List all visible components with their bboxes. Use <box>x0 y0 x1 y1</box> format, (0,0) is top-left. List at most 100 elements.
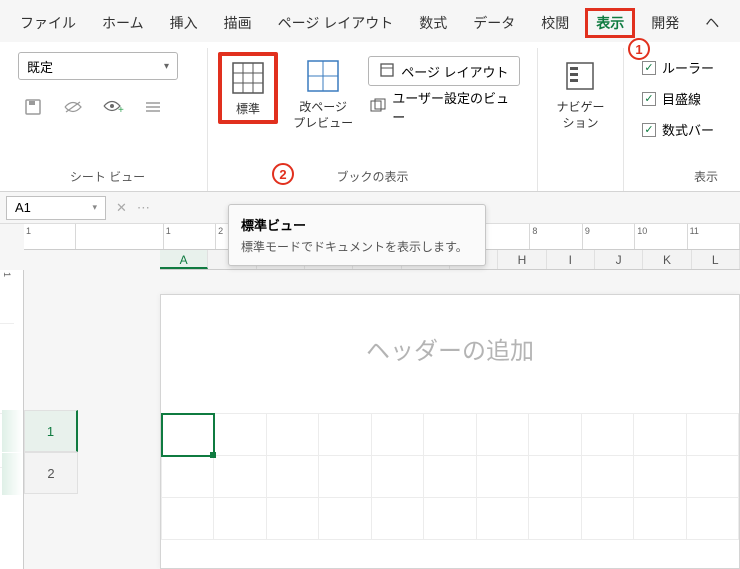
tab-file[interactable]: ファイル <box>10 9 86 37</box>
cell[interactable] <box>581 456 633 498</box>
grid-icon <box>228 58 268 98</box>
cell[interactable] <box>581 414 633 456</box>
cell[interactable] <box>214 498 266 540</box>
more-icon[interactable]: ⋯ <box>137 200 150 216</box>
page-layout-page: ヘッダーの追加 <box>160 294 740 569</box>
svg-text:+: + <box>118 105 124 115</box>
cell[interactable] <box>581 498 633 540</box>
cell[interactable] <box>319 456 371 498</box>
tooltip-title: 標準ビュー <box>241 215 473 234</box>
column-header[interactable]: A <box>160 250 208 269</box>
tab-home[interactable]: ホーム <box>92 9 154 37</box>
cell-A1[interactable] <box>162 414 214 456</box>
group-workbookviews: 標準 改ページ プレビュー ページ レイアウト <box>208 48 538 191</box>
pagebreak-preview-button[interactable]: 改ページ プレビュー <box>288 52 358 135</box>
cell-grid[interactable] <box>161 413 739 568</box>
gridlines-label: 目盛線 <box>662 89 701 108</box>
pagebreak-icon <box>303 56 343 96</box>
cell[interactable] <box>634 498 686 540</box>
list-icon[interactable] <box>142 96 164 118</box>
cell[interactable] <box>424 414 476 456</box>
cell[interactable] <box>424 456 476 498</box>
sheetview-preset-value: 既定 <box>27 57 53 76</box>
navigation-icon <box>560 56 600 96</box>
cell[interactable] <box>529 498 581 540</box>
cell[interactable] <box>319 414 371 456</box>
custom-views-icon <box>370 98 386 117</box>
cell[interactable] <box>529 456 581 498</box>
ribbon: 既定 ▾ + シート ビュー <box>0 42 740 192</box>
cell[interactable] <box>214 456 266 498</box>
tab-view[interactable]: 表示 <box>585 8 635 38</box>
tab-review[interactable]: 校閲 <box>531 9 579 37</box>
cell[interactable] <box>634 414 686 456</box>
column-header[interactable]: L <box>692 250 740 269</box>
group-navigation: ナビゲー ション <box>538 48 624 191</box>
cell[interactable] <box>371 456 423 498</box>
ruler-checkbox[interactable]: ✓ ルーラー <box>642 58 714 77</box>
gridlines-checkbox[interactable]: ✓ 目盛線 <box>642 89 701 108</box>
cell[interactable] <box>266 498 318 540</box>
tooltip-normal-view: 標準ビュー 標準モードでドキュメントを表示します。 <box>228 204 486 266</box>
save-view-icon[interactable] <box>22 96 44 118</box>
group-sheetview: 既定 ▾ + シート ビュー <box>8 48 208 191</box>
tab-pagelayout[interactable]: ページ レイアウト <box>268 9 404 37</box>
cell[interactable] <box>424 498 476 540</box>
add-header-placeholder[interactable]: ヘッダーの追加 <box>161 295 739 402</box>
cell[interactable] <box>371 498 423 540</box>
name-box-value: A1 <box>15 200 31 215</box>
pagelayout-view-label: ページ レイアウト <box>401 62 508 81</box>
tab-insert[interactable]: 挿入 <box>160 9 208 37</box>
column-header[interactable]: I <box>547 250 595 269</box>
group-show-label: 表示 <box>634 164 722 187</box>
column-header[interactable]: H <box>498 250 546 269</box>
cell[interactable] <box>686 414 738 456</box>
chevron-down-icon: ▾ <box>164 61 169 72</box>
normal-view-button[interactable]: 標準 <box>218 52 278 124</box>
group-workbookviews-label: ブックの表示 <box>218 164 527 187</box>
cell[interactable] <box>476 498 528 540</box>
tab-draw[interactable]: 描画 <box>214 9 262 37</box>
cell[interactable] <box>162 498 214 540</box>
row-gutter <box>2 410 22 496</box>
cell[interactable] <box>371 414 423 456</box>
cell[interactable] <box>266 456 318 498</box>
sheet-area: 1 1 2 3 4 5 6 7 8 9 10 11 A B C D E F G … <box>0 224 740 569</box>
ruler-label: ルーラー <box>662 58 714 77</box>
custom-views-label: ユーザー設定のビュー <box>392 88 517 126</box>
tab-data[interactable]: データ <box>463 9 525 37</box>
row-header[interactable]: 1 <box>24 410 78 452</box>
eye-off-icon[interactable] <box>62 96 84 118</box>
cell[interactable] <box>214 414 266 456</box>
pagelayout-icon <box>379 62 395 81</box>
column-header[interactable]: J <box>595 250 643 269</box>
cell[interactable] <box>476 414 528 456</box>
cell[interactable] <box>529 414 581 456</box>
cell[interactable] <box>476 456 528 498</box>
sheetview-preset-dropdown[interactable]: 既定 ▾ <box>18 52 178 80</box>
tab-help-partial[interactable]: ヘ <box>695 9 729 37</box>
cell[interactable] <box>634 456 686 498</box>
annotation-2: 2 <box>272 163 294 185</box>
group-sheetview-label: シート ビュー <box>18 164 197 187</box>
name-box[interactable]: A1 ▾ <box>6 196 106 220</box>
formulabar-checkbox[interactable]: ✓ 数式バー <box>642 120 714 139</box>
custom-views-button[interactable]: ユーザー設定のビュー <box>368 92 527 122</box>
cell[interactable] <box>266 414 318 456</box>
tooltip-body: 標準モードでドキュメントを表示します。 <box>241 238 473 255</box>
eye-plus-icon[interactable]: + <box>102 96 124 118</box>
row-headers: 1 2 <box>24 410 78 494</box>
cell[interactable] <box>686 498 738 540</box>
navigation-button[interactable]: ナビゲー ション <box>550 52 610 135</box>
tab-formulas[interactable]: 数式 <box>409 9 457 37</box>
cell[interactable] <box>686 456 738 498</box>
column-header[interactable]: K <box>643 250 691 269</box>
annotation-1: 1 <box>628 38 650 60</box>
pagelayout-view-button[interactable]: ページ レイアウト <box>368 56 519 86</box>
cell[interactable] <box>319 498 371 540</box>
row-header[interactable]: 2 <box>24 452 78 494</box>
tab-developer[interactable]: 開発 <box>641 9 689 37</box>
cell[interactable] <box>162 456 214 498</box>
cancel-fx-icon[interactable]: ✕ <box>116 200 127 216</box>
navigation-label: ナビゲー ション <box>556 100 604 131</box>
